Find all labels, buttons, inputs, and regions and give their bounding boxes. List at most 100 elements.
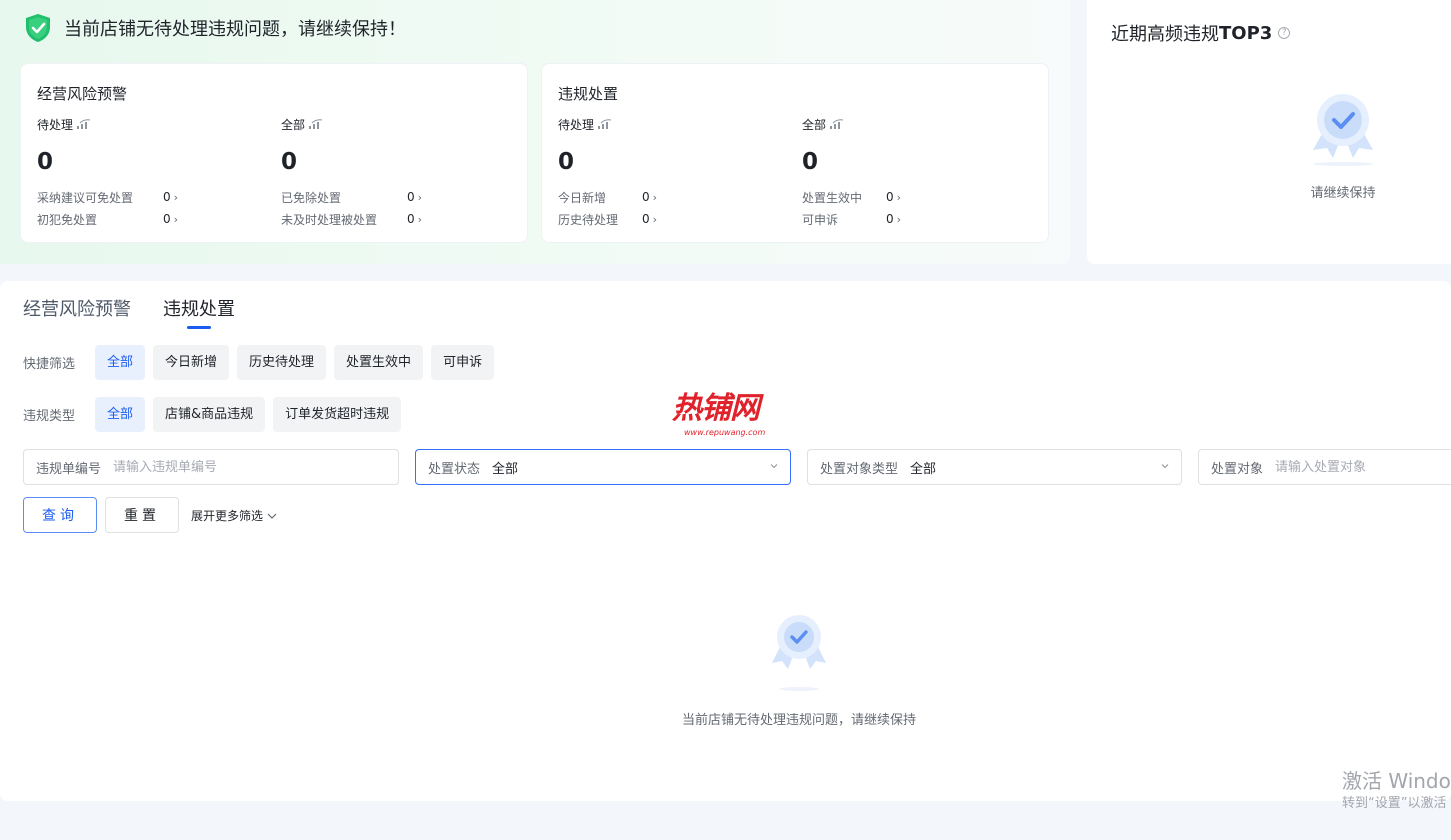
select-value: 全部 [910,461,937,477]
chevron-right-icon: › [173,212,179,226]
panel-title: 违规处置 [558,85,619,103]
quick-filter-row: 快捷筛选 全部 今日新增 历史待处理 处置生效中 可申诉 [23,345,502,380]
field-label: 处置对象 [1211,461,1264,477]
medal-check-icon [772,615,826,691]
sub-row-value: 0 [407,212,415,226]
stat-label: 待处理 [558,117,595,132]
signal-icon [598,119,612,129]
filter-label: 违规类型 [23,409,76,424]
chip-in-effect[interactable]: 处置生效中 [334,345,424,380]
violation-panel: 违规处置 待处理 0 今日新增 0 › 历史待处理 0 › 全部 0 处置生效中… [541,63,1049,243]
stat-value[interactable]: 0 [37,148,277,176]
chevron-down-icon [267,513,277,519]
stat-value[interactable]: 0 [281,148,521,176]
chevron-right-icon: › [417,212,423,226]
sub-row-label: 未及时处理被处置 [281,212,378,227]
chip-type-all[interactable]: 全部 [95,397,146,432]
field-label: 违规单编号 [36,461,102,477]
stat-label: 待处理 [37,117,74,132]
expand-more-filters[interactable]: 展开更多筛选 [191,507,277,524]
panel-title: 经营风险预警 [37,85,128,103]
status-banner: 当前店铺无待处理违规问题，请继续保持！ [24,12,406,44]
tab-risk-warning[interactable]: 经营风险预警 [23,295,131,329]
query-button[interactable]: 查询 [23,497,97,533]
watermark-brand: 热铺网 [672,391,760,426]
chevron-right-icon: › [652,190,658,204]
chip-history-pending[interactable]: 历史待处理 [237,345,327,380]
top3-title-bold: TOP3 [1219,22,1273,44]
sub-row-label: 采纳建议可免处置 [37,190,134,205]
os-activation-notice: 激活 Windo 转到“设置”以激活 [1342,768,1451,814]
sub-row-value: 0 [163,212,171,226]
banner-text: 当前店铺无待处理违规问题，请继续保持！ [64,19,406,40]
watermark-logo: 热铺网 www.repuwang.com [672,392,782,448]
sub-row-label: 初犯免处置 [37,212,98,227]
reset-button[interactable]: 重置 [105,497,179,533]
risk-pending-stat: 待处理 0 采纳建议可免处置 0 › 初犯免处置 0 › [37,116,277,230]
chip-appealable[interactable]: 可申诉 [431,345,495,380]
chevron-down-icon [770,464,778,469]
top3-empty-text: 请继续保持 [1310,186,1376,201]
top3-title-prefix: 近期高频违规 [1111,24,1219,45]
tab-bar: 经营风险预警 违规处置 [23,295,267,329]
sub-row-value: 0 [886,212,894,226]
risk-all-stat: 全部 0 已免除处置 0 › 未及时处理被处置 0 › [281,116,521,230]
violation-list-card: 经营风险预警 违规处置 快捷筛选 全部 今日新增 历史待处理 处置生效中 可申诉… [0,281,1451,801]
chevron-down-icon [1161,464,1169,469]
signal-icon [309,119,323,129]
sub-row-value: 0 [642,190,650,204]
status-select[interactable]: 处置状态 全部 [415,449,791,485]
sub-row-late-handled[interactable]: 未及时处理被处置 0 › [281,208,521,230]
chip-all[interactable]: 全部 [95,345,146,380]
stat-label: 全部 [281,117,306,132]
sub-row-exempted[interactable]: 已免除处置 0 › [281,186,521,208]
object-input[interactable] [1275,459,1451,475]
sub-row-label: 处置生效中 [802,190,863,205]
shield-check-icon [26,14,50,42]
type-filter-row: 违规类型 全部 店铺&商品违规 订单发货超时违规 [23,397,409,432]
filter-label: 快捷筛选 [23,357,76,372]
chevron-right-icon: › [896,212,902,226]
violation-all-stat: 全部 0 处置生效中 0 › 可申诉 0 › [802,116,1042,230]
sub-row-label: 今日新增 [558,190,607,205]
sub-row-value: 0 [163,190,171,204]
field-label: 处置状态 [428,461,481,477]
field-label: 处置对象类型 [820,461,899,477]
chevron-right-icon: › [417,190,423,204]
violation-pending-stat: 待处理 0 今日新增 0 › 历史待处理 0 › [558,116,798,230]
chevron-right-icon: › [652,212,658,226]
sub-row-label: 已免除处置 [281,190,342,205]
sub-row-exempt-advice[interactable]: 采纳建议可免处置 0 › [37,186,277,208]
expand-more-label: 展开更多筛选 [191,509,264,523]
sub-row-appealable[interactable]: 可申诉 0 › [802,208,1042,230]
stat-value[interactable]: 0 [802,148,1042,176]
help-icon[interactable]: ? [1278,27,1291,39]
sub-row-history-pending[interactable]: 历史待处理 0 › [558,208,798,230]
signal-icon [830,119,844,129]
tab-violation-handling[interactable]: 违规处置 [163,295,235,329]
sub-row-first-offense[interactable]: 初犯免处置 0 › [37,208,277,230]
signal-icon [77,119,91,129]
chip-today-new[interactable]: 今日新增 [153,345,230,380]
sub-row-label: 可申诉 [802,212,839,227]
activation-line-2: 转到“设置”以激活 [1342,796,1447,811]
stat-label: 全部 [802,117,827,132]
chip-store-product[interactable]: 店铺&商品违规 [153,397,266,432]
chip-shipping-timeout[interactable]: 订单发货超时违规 [273,397,402,432]
medal-check-icon [1313,94,1373,166]
stat-value[interactable]: 0 [558,148,798,176]
sub-row-value: 0 [642,212,650,226]
order-no-input[interactable] [113,459,386,475]
chevron-right-icon: › [896,190,902,204]
order-no-field: 违规单编号 [23,449,399,485]
sub-row-value: 0 [407,190,415,204]
watermark-url: www.repuwang.com [684,428,766,437]
sub-row-value: 0 [886,190,894,204]
chevron-right-icon: › [173,190,179,204]
object-type-select[interactable]: 处置对象类型 全部 [807,449,1182,485]
sub-row-in-effect[interactable]: 处置生效中 0 › [802,186,1042,208]
activation-line-1: 激活 Windo [1342,769,1451,793]
sub-row-today-new[interactable]: 今日新增 0 › [558,186,798,208]
select-value: 全部 [492,461,519,477]
object-field: 处置对象 [1198,449,1451,485]
